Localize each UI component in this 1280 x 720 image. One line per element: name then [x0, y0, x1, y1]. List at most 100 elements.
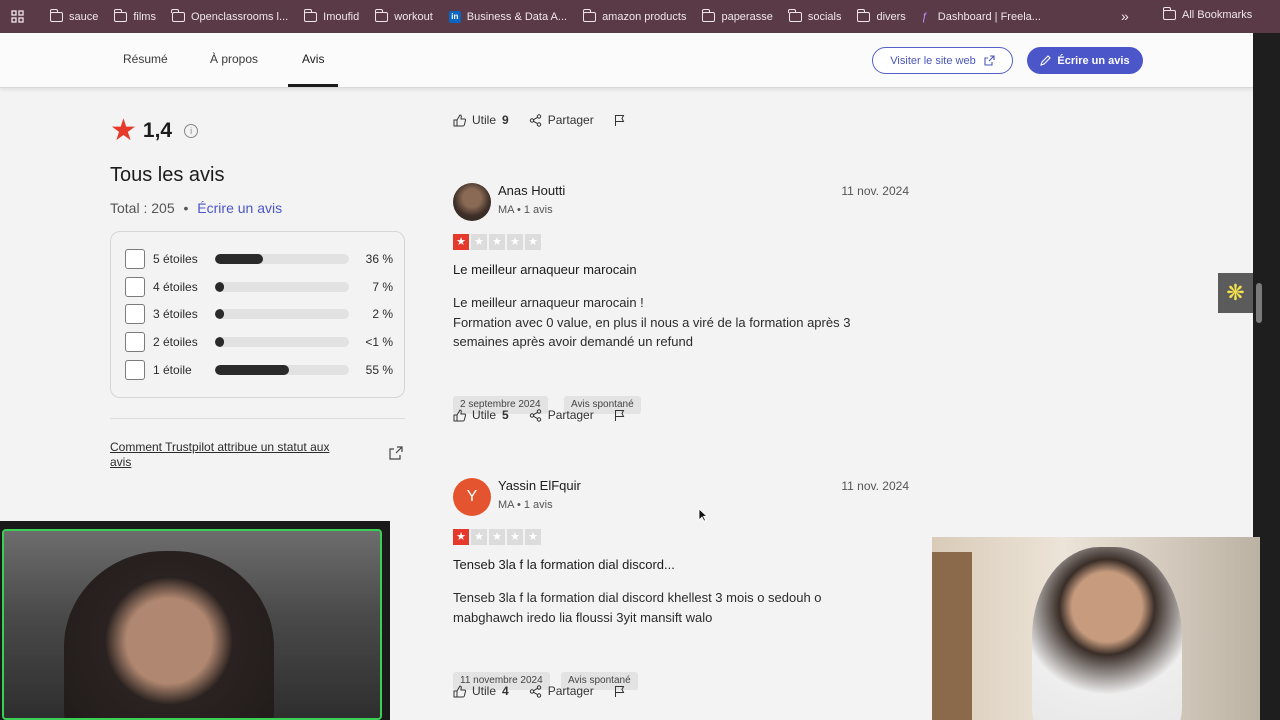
useful-label: Utile	[472, 408, 497, 422]
bookmark-label: films	[133, 10, 156, 23]
filter-checkbox[interactable]	[125, 249, 145, 269]
review-body: Tenseb 3la f la formation dial discord k…	[453, 588, 893, 627]
star-icon: ★	[525, 529, 541, 545]
distribution-bar	[215, 282, 349, 292]
useful-button[interactable]: Utile 5	[453, 408, 509, 422]
overall-rating: ★ 1,4 i	[110, 114, 199, 147]
reviewer-meta: MA • 1 avis	[498, 204, 553, 216]
bookmarks-bar: sauce films Openclassrooms l... Imoufid …	[0, 0, 1280, 33]
useful-count: 4	[502, 684, 509, 698]
star-icon: ★	[471, 529, 487, 545]
distribution-percent: 7 %	[372, 280, 393, 294]
useful-button[interactable]: Utile 9	[453, 113, 509, 127]
bookmark-imoufid[interactable]: Imoufid	[303, 8, 359, 23]
write-review-button[interactable]: Écrire un avis	[1027, 47, 1143, 74]
share-button[interactable]: Partager	[529, 408, 594, 422]
folder-icon	[788, 8, 802, 22]
avatar[interactable]: Y	[453, 478, 491, 516]
distribution-row-3[interactable]: 3 étoiles 2 %	[125, 304, 393, 324]
info-icon[interactable]: i	[184, 124, 199, 138]
distribution-percent: 55 %	[365, 363, 393, 377]
bookmark-label: amazon products	[602, 10, 687, 23]
webcam-person	[64, 551, 274, 718]
share-button[interactable]: Partager	[529, 113, 594, 127]
bookmark-workout[interactable]: workout	[374, 8, 433, 23]
bookmark-films[interactable]: films	[113, 8, 156, 23]
distribution-percent: <1 %	[365, 335, 393, 349]
distribution-percent: 36 %	[365, 252, 393, 266]
assistant-widget-icon[interactable]: ❋	[1218, 273, 1253, 313]
avatar[interactable]	[453, 183, 491, 221]
distribution-label: 4 étoiles	[153, 280, 198, 294]
filter-checkbox[interactable]	[125, 277, 145, 297]
bookmark-label: Business & Data A...	[466, 10, 568, 23]
distribution-row-1[interactable]: 1 étoile 55 %	[125, 360, 393, 380]
report-button[interactable]	[614, 114, 626, 127]
folder-icon	[113, 8, 128, 22]
write-review-label: Écrire un avis	[1057, 54, 1130, 67]
bookmark-label: socials	[807, 10, 842, 23]
more-bookmarks-chevron-icon[interactable]: »	[1121, 8, 1129, 24]
useful-button[interactable]: Utile 4	[453, 684, 509, 698]
flag-icon	[614, 114, 625, 126]
webcam-person	[1032, 547, 1182, 720]
webcam-background	[932, 552, 972, 720]
star-rating: ★ ★ ★ ★ ★	[453, 529, 541, 545]
filter-checkbox[interactable]	[125, 360, 145, 380]
reviewer-name[interactable]: Anas Houtti	[498, 183, 565, 198]
review-title[interactable]: Le meilleur arnaqueur marocain	[453, 262, 637, 277]
bookmark-amazon-products[interactable]: amazon products	[582, 8, 687, 23]
tab-a-propos[interactable]: À propos	[210, 52, 258, 66]
trustpilot-status-link[interactable]: Comment Trustpilot attribue un statut au…	[110, 440, 350, 470]
total-count: Total : 205	[110, 200, 175, 216]
visit-website-label: Visiter le site web	[890, 54, 976, 67]
tab-avis[interactable]: Avis	[302, 52, 324, 66]
star-icon: ★	[507, 234, 523, 250]
report-button[interactable]	[614, 685, 626, 698]
bookmark-dashboard[interactable]: ƒ Dashboard | Freela...	[922, 11, 1041, 23]
distribution-row-5[interactable]: 5 étoiles 36 %	[125, 249, 393, 269]
distribution-label: 3 étoiles	[153, 307, 198, 321]
filter-checkbox[interactable]	[125, 304, 145, 324]
bookmark-business-data[interactable]: in Business & Data A...	[448, 10, 568, 23]
bookmark-divers[interactable]: divers	[856, 8, 906, 23]
visit-website-button[interactable]: Visiter le site web	[872, 47, 1013, 74]
apps-grid-icon[interactable]	[0, 0, 34, 33]
share-label: Partager	[547, 408, 594, 422]
bookmark-socials[interactable]: socials	[788, 8, 842, 23]
reviewer-name[interactable]: Yassin ElFquir	[498, 478, 581, 493]
star-icon: ★	[110, 114, 137, 147]
bookmark-paperasse[interactable]: paperasse	[701, 8, 773, 23]
linkedin-icon: in	[448, 10, 461, 23]
tab-resume[interactable]: Résumé	[123, 52, 168, 66]
share-icon	[529, 408, 541, 422]
external-link-icon[interactable]	[389, 446, 403, 460]
distribution-fill	[215, 309, 225, 319]
bookmark-openclassrooms[interactable]: Openclassrooms l...	[171, 8, 288, 23]
folder-icon	[303, 8, 318, 22]
star-icon: ★	[453, 529, 469, 545]
distribution-fill	[215, 282, 225, 292]
dashboard-icon: ƒ	[921, 10, 928, 23]
folder-icon	[582, 8, 597, 22]
star-icon: ★	[525, 234, 541, 250]
write-review-link[interactable]: Écrire un avis	[197, 200, 282, 216]
filter-checkbox[interactable]	[125, 332, 145, 352]
flag-icon	[614, 409, 625, 421]
folder-icon	[171, 8, 185, 22]
distribution-row-4[interactable]: 4 étoiles 7 %	[125, 277, 393, 297]
divider	[110, 418, 405, 419]
bookmark-label: sauce	[69, 10, 99, 23]
report-button[interactable]	[614, 409, 626, 422]
distribution-row-2[interactable]: 2 étoiles <1 %	[125, 332, 393, 352]
distribution-bar	[215, 309, 349, 319]
star-icon: ★	[507, 529, 523, 545]
share-label: Partager	[547, 113, 594, 127]
scrollbar-thumb[interactable]	[1256, 283, 1262, 323]
all-bookmarks[interactable]: All Bookmarks	[1162, 7, 1252, 21]
share-button[interactable]: Partager	[529, 684, 594, 698]
review-line: Formation avec 0 value, en plus il nous …	[453, 314, 851, 330]
bookmark-sauce[interactable]: sauce	[49, 8, 99, 23]
review-title[interactable]: Tenseb 3la f la formation dial discord..…	[453, 557, 675, 572]
review-line: mabghawch iredo lia floussi 3yit mansift…	[453, 609, 713, 625]
